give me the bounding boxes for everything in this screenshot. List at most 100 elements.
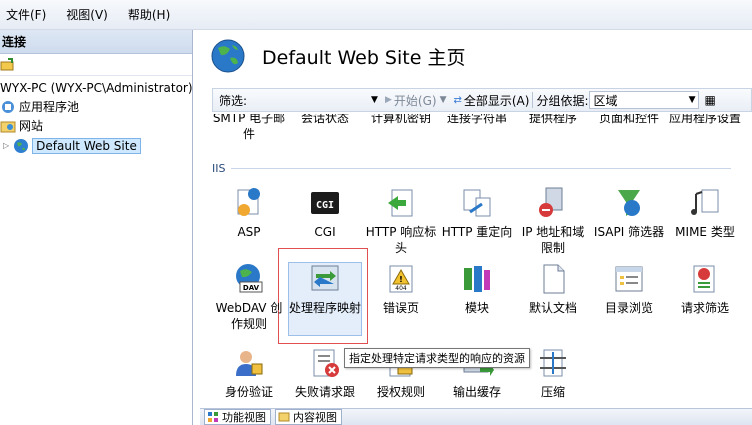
menu-help[interactable]: 帮助(H) (128, 6, 170, 23)
ip-restrictions-icon (539, 187, 563, 217)
feature-label: 错误页 (382, 301, 419, 315)
connections-pane: 连接 WYX-PC (WYX-PC\Administrator) 应用程序池 网… (0, 30, 193, 425)
tree-node-label: Default Web Site (32, 137, 141, 154)
tab-features-view[interactable]: 功能视图 (204, 409, 271, 425)
feature-label: 应用程序设置 (668, 114, 741, 125)
filter-label: 筛选: (219, 93, 248, 108)
view-tabs: 功能视图 内容视图 (200, 408, 752, 425)
asp-icon (237, 188, 260, 216)
feature-default-document[interactable]: 默认文档 (516, 262, 590, 316)
svg-text:404: 404 (395, 285, 407, 292)
feature-ip-domain-restrictions[interactable]: IP 地址和域限制 (516, 186, 590, 256)
request-filtering-icon (693, 265, 715, 293)
filter-dropdown-icon[interactable]: ▼ (371, 95, 378, 105)
feature-label: 处理程序映射 (288, 301, 361, 315)
show-all-button[interactable]: ⇄ 全部显示(A) (453, 92, 529, 109)
feature-smtp[interactable]: SMTP 电子邮件 (212, 114, 286, 142)
feature-label: HTTP 响应标头 (365, 225, 437, 255)
features-view-icon (208, 412, 218, 422)
connections-toolbar (0, 54, 192, 76)
feature-error-pages[interactable]: ! 404 错误页 (364, 262, 438, 316)
tree-node-label: 应用程序池 (19, 100, 80, 114)
feature-label: WebDAV 创作规则 (215, 301, 283, 331)
feature-cgi[interactable]: CGI CGI (288, 186, 362, 240)
feature-label: 连接字符串 (446, 114, 507, 125)
play-icon: ▶ (384, 95, 392, 105)
connections-header: 连接 (0, 30, 192, 54)
tree-node-label: 网站 (19, 119, 44, 133)
feature-label: 页面和控件 (598, 114, 659, 125)
feature-label: 会话状态 (300, 114, 349, 125)
compression-icon (540, 349, 566, 377)
app-pool-icon (2, 100, 14, 113)
feature-label: 提供程序 (528, 114, 577, 125)
feature-pages-controls[interactable]: 页面和控件 (592, 114, 666, 126)
feature-mime-types[interactable]: MIME 类型 (668, 186, 742, 240)
feature-app-settings[interactable]: 应用程序设置 (668, 114, 742, 126)
feature-label: CGI (314, 225, 336, 239)
svg-text:CGI: CGI (316, 200, 334, 211)
feature-label: ASP (237, 225, 261, 239)
toolbar-separator (532, 92, 534, 108)
feature-isapi-filters[interactable]: ISAPI 筛选器 (592, 186, 666, 240)
modules-icon (464, 266, 490, 292)
feature-webdav-authoring-rules[interactable]: DAV WebDAV 创作规则 (212, 262, 286, 332)
directory-browsing-icon (615, 266, 643, 292)
feature-connection-strings[interactable]: 连接字符串 (440, 114, 514, 126)
tree-node-app-pools[interactable]: 应用程序池 (0, 97, 79, 116)
filter-input[interactable] (250, 91, 368, 109)
feature-handler-mappings[interactable]: 处理程序映射 (288, 262, 362, 316)
feature-label: IP 地址和域限制 (521, 225, 585, 255)
feature-label: MIME 类型 (675, 225, 735, 239)
menu-file[interactable]: 文件(F) (6, 6, 46, 23)
globe-icon (14, 138, 29, 153)
tree-node-default-web-site[interactable]: ▷ Default Web Site (3, 136, 141, 155)
feature-label: SMTP 电子邮件 (212, 114, 286, 141)
tree-node-server[interactable]: WYX-PC (WYX-PC\Administrator) (0, 78, 193, 97)
sites-folder-icon (0, 121, 16, 132)
menu-bar: 文件(F) 视图(V) 帮助(H) (0, 0, 752, 30)
feature-request-filtering[interactable]: 请求筛选 (668, 262, 742, 316)
content-view-icon (278, 412, 290, 422)
feature-authentication[interactable]: 身份验证 (212, 346, 286, 400)
section-header-iis[interactable]: IIS (212, 162, 732, 175)
create-connection-icon[interactable] (0, 57, 14, 72)
start-dropdown-icon[interactable]: ▼ (440, 95, 447, 105)
chevron-down-icon: ▼ (688, 95, 696, 105)
svg-text:!: ! (399, 275, 403, 284)
feature-http-redirect[interactable]: HTTP 重定向 (440, 186, 514, 240)
menu-view[interactable]: 视图(V) (66, 6, 108, 23)
handler-mappings-icon (311, 265, 339, 291)
feature-label: 输出缓存 (452, 385, 501, 399)
isapi-filter-icon (618, 190, 640, 216)
response-headers-icon (388, 189, 413, 217)
feature-session-state[interactable]: 会话状态 (288, 114, 362, 126)
group-by-select[interactable]: 区域 ▼ (588, 91, 699, 109)
section-divider (231, 168, 732, 169)
tab-content-view[interactable]: 内容视图 (275, 409, 342, 425)
feature-modules[interactable]: 模块 (440, 262, 514, 316)
start-button[interactable]: ▶ 开始(G) (385, 92, 437, 109)
error-pages-icon: !404 (389, 265, 413, 293)
feature-providers[interactable]: 提供程序 (516, 114, 590, 126)
feature-label: HTTP 重定向 (441, 225, 513, 239)
tab-label: 功能视图 (222, 411, 266, 424)
features-list: SMTP 电子邮件 会话状态 计算机密钥 连接字符串 提供程序 页面和控件 应用… (212, 114, 752, 410)
redirect-icon (463, 189, 491, 217)
tree-node-sites[interactable]: 网站 (0, 116, 43, 135)
view-mode-icon[interactable]: ▦ (705, 93, 716, 107)
expand-arrow-icon[interactable]: ▷ (3, 141, 9, 150)
feature-asp[interactable]: ASP (212, 186, 286, 240)
page-header: Default Web Site 主页 (210, 38, 465, 74)
feature-label: 失败请求跟 (294, 385, 355, 399)
feature-label: 计算机密钥 (370, 114, 431, 125)
feature-http-response-headers[interactable]: HTTP 响应标头 (364, 186, 438, 256)
filter-bar: 筛选: ▼ ▶ 开始(G) ▼ ⇄ 全部显示(A) 分组依据: 区域 ▼ ▦ (212, 88, 752, 112)
feature-label: 授权规则 (376, 385, 425, 399)
tab-label: 内容视图 (293, 411, 337, 424)
feature-directory-browsing[interactable]: 目录浏览 (592, 262, 666, 316)
feature-label: ISAPI 筛选器 (593, 225, 665, 239)
mime-types-icon (691, 189, 719, 215)
feature-machine-key[interactable]: 计算机密钥 (364, 114, 438, 126)
feature-label: 身份验证 (224, 385, 273, 399)
